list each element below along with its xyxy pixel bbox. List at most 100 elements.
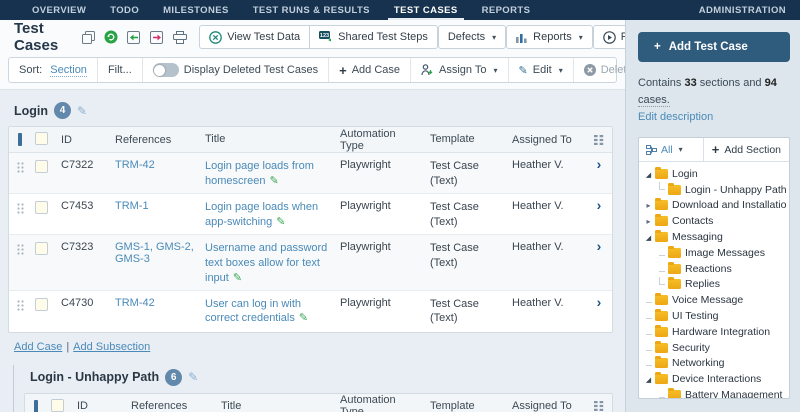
select-all-checkbox[interactable] [51,398,64,412]
case-references-link[interactable]: TRM-42 [111,297,201,309]
top-navigation: OVERVIEW TODO MILESTONES TEST RUNS & RES… [0,0,800,20]
edit-note-icon[interactable]: ✎ [276,216,285,228]
tree-filter-dropdown[interactable]: All ▾ [639,138,703,161]
tree-item-battery-management[interactable]: Battery Management [643,387,787,399]
edit-note-icon[interactable]: ✎ [270,175,279,187]
case-title-link[interactable]: Username and password text boxes allow f… [205,242,327,284]
tree-item-networking[interactable]: Networking [643,356,787,372]
row-checkbox[interactable] [35,242,48,255]
reports-dropdown[interactable]: Reports ▾ [506,25,593,49]
tree-item-hardware-integration[interactable]: Hardware Integration [643,324,787,340]
row-checkbox[interactable] [35,297,48,311]
defects-dropdown[interactable]: Defects ▾ [437,25,507,49]
edit-note-icon[interactable]: ✎ [233,272,242,284]
sort-control[interactable]: Sort: Section [9,58,98,82]
edit-dropdown[interactable]: ✎ Edit ▾ [509,58,574,82]
nav-test-runs[interactable]: TEST RUNS & RESULTS [241,0,382,20]
tree-item-download-and-installation[interactable]: ▸ Download and Installation [643,198,787,214]
case-references-link[interactable]: GMS-1, GMS-2, GMS-3 [111,241,201,265]
expanded-caret-icon[interactable]: ◢ [646,235,651,242]
table-row[interactable]: C7322 TRM-42 Login page loads from homes… [9,153,612,194]
collapsed-caret-icon[interactable]: ▸ [646,201,650,210]
table-row[interactable]: C7453 TRM-1 Login page loads when app-sw… [9,194,612,235]
chevron-right-icon[interactable]: › [597,198,602,212]
nav-todo[interactable]: TODO [98,0,151,20]
select-bar-icon[interactable] [34,399,38,412]
tree-item-replies[interactable]: Replies [643,276,787,293]
tree-item-contacts[interactable]: ▸ Contacts [643,213,787,229]
tree-filter-label: All [661,143,673,156]
drag-handle-icon[interactable] [16,162,24,173]
add-section-button[interactable]: + Add Section [702,138,789,161]
print-icon[interactable] [173,30,188,44]
edit-note-icon[interactable]: ✎ [299,312,308,324]
chevron-right-icon[interactable]: › [597,157,602,171]
template: Test Case (Text) [430,160,479,187]
collapsed-caret-icon[interactable]: ▸ [646,217,650,226]
expanded-caret-icon[interactable]: ◢ [646,172,651,179]
tree-item-ui-testing[interactable]: UI Testing [643,308,787,324]
display-deleted-toggle[interactable] [152,63,179,77]
nav-reports[interactable]: REPORTS [470,0,543,20]
case-references-link[interactable]: TRM-1 [111,200,201,212]
tree-label: Battery Management [685,389,783,399]
add-case-button[interactable]: + Add Case [329,58,411,82]
tree-item-reactions[interactable]: Reactions [643,261,787,277]
tree-connector [645,302,652,304]
export-icon[interactable] [150,30,164,44]
tree-item-messaging[interactable]: ◢ Messaging [643,229,787,245]
filter-control[interactable]: Filt... [98,58,143,82]
delete-icon [583,64,596,76]
add-test-case-button[interactable]: + Add Test Case [638,32,790,62]
case-id: C4730 [61,296,94,309]
section-edit-icon[interactable]: ✎ [77,104,87,118]
grid-icon[interactable] [594,134,604,145]
sync-icon[interactable] [104,30,118,44]
select-all-checkbox[interactable] [35,132,48,145]
edit-pencil-icon: ✎ [518,64,528,77]
add-subsection-link[interactable]: Add Subsection [73,341,150,353]
separator: | [66,340,70,353]
shared-test-steps-button[interactable]: 123 Shared Test Steps [309,25,438,49]
case-references-link[interactable]: TRM-42 [111,159,201,171]
case-title-link[interactable]: User can log in with correct credentials [205,298,301,325]
nav-overview[interactable]: OVERVIEW [20,0,98,20]
automation-type: Playwright [340,296,391,309]
nav-administration[interactable]: ADMINISTRATION [699,0,800,20]
edit-description-link[interactable]: Edit description [638,111,790,123]
tree-item-security[interactable]: Security [643,340,787,356]
assigned-to: Heather V. [512,159,564,171]
nav-test-cases[interactable]: TEST CASES [382,0,470,20]
tree-label: Reactions [685,262,732,275]
case-title-link[interactable]: Login page loads when app-switching [205,201,318,228]
add-case-link[interactable]: Add Case [14,341,62,353]
case-title-link[interactable]: Login page loads from homescreen [205,160,314,187]
drag-handle-icon[interactable] [16,203,24,214]
drag-handle-icon[interactable] [16,244,24,255]
assign-to-dropdown[interactable]: Assign To ▾ [411,58,509,82]
grid-icon[interactable] [594,401,604,412]
drag-handle-icon[interactable] [16,299,24,311]
nav-milestones[interactable]: MILESTONES [151,0,241,20]
tree-item-login-unhappy-path[interactable]: Login - Unhappy Path [643,182,787,198]
section-edit-icon[interactable]: ✎ [188,370,198,384]
plus-icon: + [711,142,720,157]
tree-item-device-interactions[interactable]: ◢ Device Interactions [643,371,787,387]
select-bar-icon[interactable] [18,133,22,146]
sort-value-link[interactable]: Section [50,64,87,77]
svg-text:123: 123 [320,33,329,39]
row-checkbox[interactable] [35,160,48,173]
expanded-caret-icon[interactable]: ◢ [646,377,651,384]
import-icon[interactable] [127,30,141,44]
chevron-right-icon[interactable]: › [597,295,602,309]
view-test-data-button[interactable]: View Test Data [199,25,310,49]
row-checkbox[interactable] [35,201,48,214]
tree-item-voice-message[interactable]: Voice Message [643,292,787,308]
sort-label: Sort: [19,64,43,76]
duplicate-icon[interactable] [82,30,96,44]
chevron-right-icon[interactable]: › [597,239,602,253]
table-row[interactable]: C4730 TRM-42 User can log in with correc… [9,291,612,332]
table-row[interactable]: C7323 GMS-1, GMS-2, GMS-3 Username and p… [9,235,612,291]
tree-item-login[interactable]: ◢ Login [643,166,787,182]
tree-item-image-messages[interactable]: Image Messages [643,245,787,261]
